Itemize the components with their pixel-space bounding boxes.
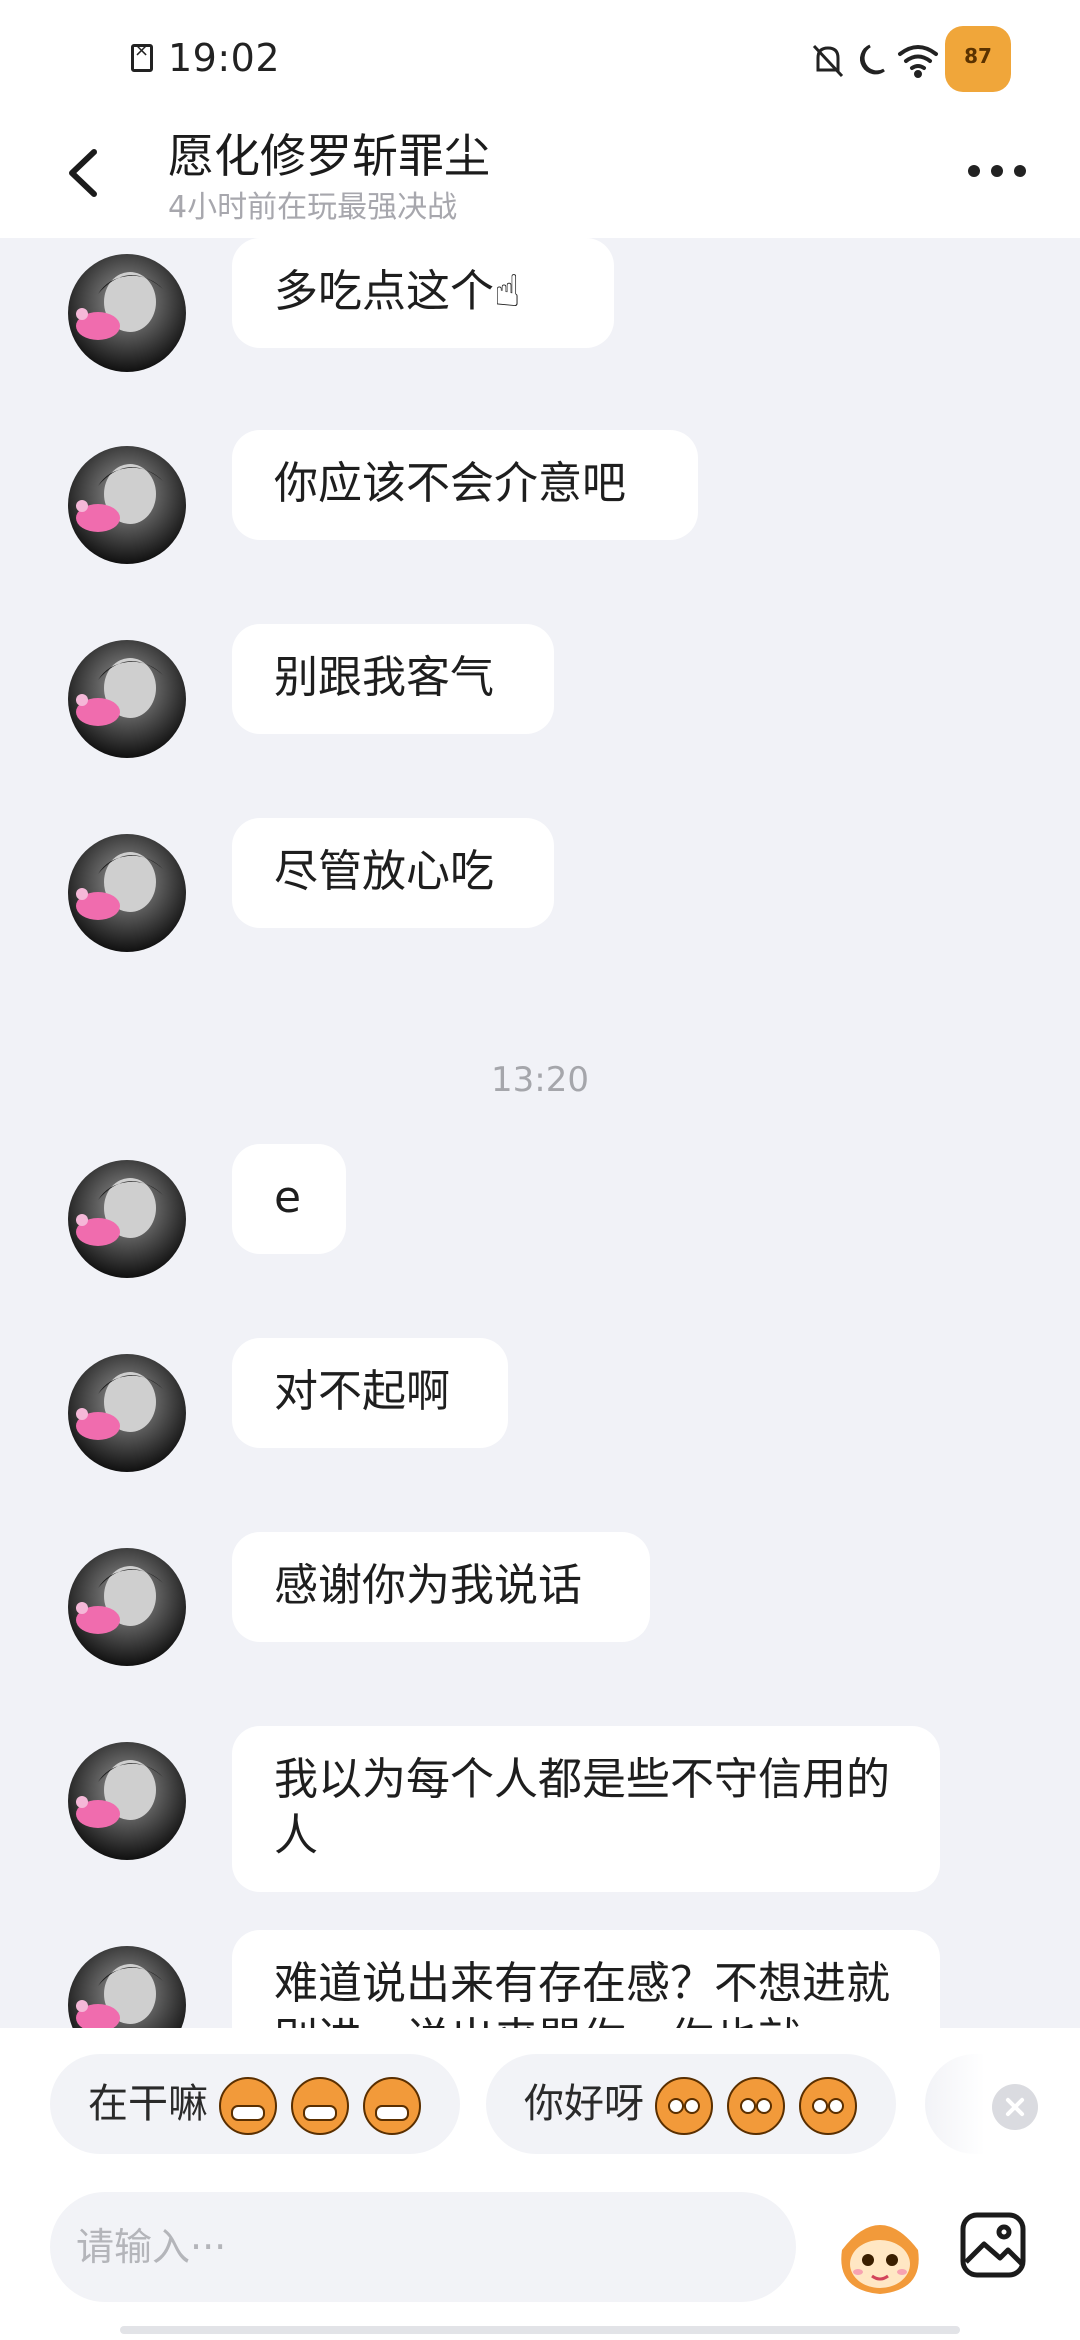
mute-bell-icon	[812, 44, 844, 78]
message-bubble[interactable]: 我以为每个人都是些不守信用的人	[232, 1726, 940, 1892]
avatar[interactable]	[68, 254, 186, 372]
input-placeholder: 请输入···	[76, 2225, 227, 2269]
sticker-face-icon	[841, 2225, 919, 2294]
message-text: 我以为每个人都是些不守信用的人	[274, 1754, 890, 1861]
quick-reply-label: 你好呀	[524, 2081, 644, 2127]
avatar[interactable]	[68, 1548, 186, 1666]
message-text: 感谢你为我说话	[274, 1560, 582, 1611]
message-bubble[interactable]: 对不起啊	[232, 1338, 508, 1448]
quick-reply-chip[interactable]: 在干嘛	[50, 2054, 460, 2154]
message-text: 别跟我客气	[274, 652, 494, 703]
message-bubble[interactable]: e	[232, 1144, 346, 1254]
quick-reply-chip-partial[interactable]	[925, 2054, 985, 2154]
sticker-button[interactable]	[832, 2204, 928, 2300]
message-bubble[interactable]: 别跟我客气	[232, 624, 554, 734]
battery-icon: 87	[945, 26, 1011, 92]
chevron-left-icon	[69, 149, 97, 197]
avatar[interactable]	[68, 1742, 186, 1860]
moon-icon	[860, 44, 885, 75]
message-text: 你应该不会介意吧	[274, 458, 626, 509]
message-bubble[interactable]: 你应该不会介意吧	[232, 430, 698, 540]
message-text: 对不起啊	[274, 1366, 450, 1417]
image-icon	[960, 2212, 1026, 2278]
close-quick-replies-button[interactable]	[992, 2084, 1038, 2130]
avatar[interactable]	[68, 446, 186, 564]
message-list[interactable]: 多吃点这个☝ 你应该不会介意吧 别跟我客气 尽管放心吃 13:20 e 对不起啊…	[0, 238, 1080, 2028]
message-input[interactable]: 请输入···	[50, 2192, 796, 2302]
message-bubble[interactable]: 感谢你为我说话	[232, 1532, 650, 1642]
more-options-button[interactable]	[964, 156, 1030, 186]
status-bar: 19:02 87	[0, 0, 1080, 108]
message-bubble[interactable]: 尽管放心吃	[232, 818, 554, 928]
avatar[interactable]	[68, 1946, 186, 2028]
avatar[interactable]	[68, 1160, 186, 1278]
chat-subtitle: 4小时前在玩最强决战	[168, 190, 458, 225]
avatar[interactable]	[68, 640, 186, 758]
status-time: 19:02	[168, 36, 281, 80]
back-button[interactable]	[50, 138, 120, 208]
avatar[interactable]	[68, 1354, 186, 1472]
message-text: 难道说出来有存在感？不想进就别进，说出来骂你，你也就	[274, 1958, 890, 2028]
quick-reply-label: 在干嘛	[88, 2081, 208, 2127]
status-icons	[812, 44, 938, 78]
sim-error-icon	[131, 40, 153, 72]
more-dots-icon	[968, 165, 980, 177]
message-text: e	[274, 1172, 302, 1223]
message-bubble[interactable]: 多吃点这个☝	[232, 238, 614, 348]
avatar[interactable]	[68, 834, 186, 952]
chat-header: 愿化修罗斩罪尘 4小时前在玩最强决战	[0, 108, 1080, 238]
pointing-hand-icon: ☝	[494, 266, 521, 317]
message-text: 尽管放心吃	[274, 846, 494, 897]
battery-level: 87	[964, 44, 992, 68]
composer-panel: 在干嘛 你好呀 请输入···	[0, 2028, 1080, 2340]
quick-reply-chip[interactable]: 你好呀	[486, 2054, 896, 2154]
home-indicator	[120, 2326, 960, 2334]
wave-emoji-icon	[655, 2077, 857, 2135]
message-text: 多吃点这个	[274, 266, 494, 317]
image-button[interactable]	[958, 2210, 1028, 2280]
message-bubble[interactable]: 难道说出来有存在感？不想进就别进，说出来骂你，你也就	[232, 1930, 940, 2028]
chat-title: 愿化修罗斩罪尘	[168, 129, 490, 183]
wifi-icon	[898, 45, 938, 78]
message-timestamp: 13:20	[491, 1060, 589, 1100]
grin-emoji-icon	[219, 2077, 421, 2135]
